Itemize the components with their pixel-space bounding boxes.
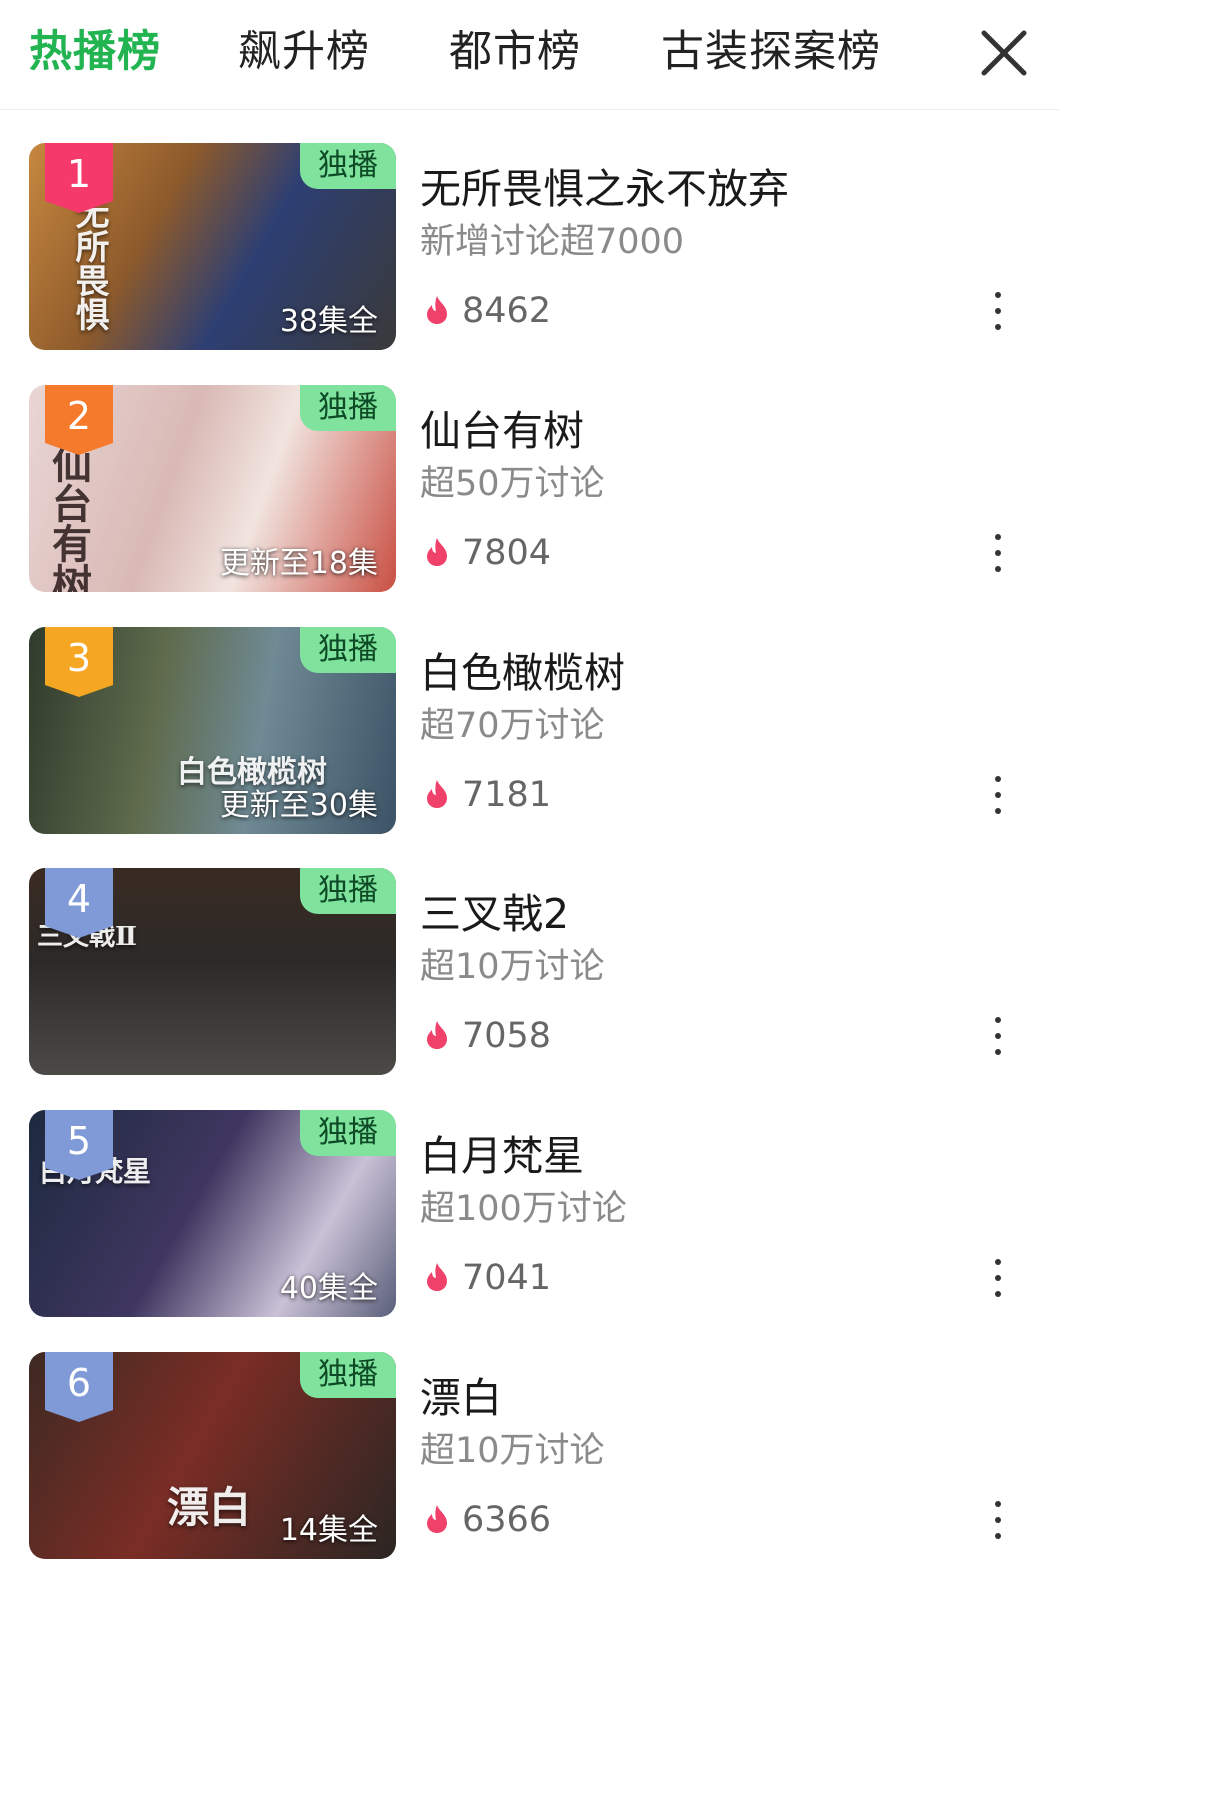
show-discussion-count: 超10万讨论 <box>420 1431 605 1471</box>
ranking-list-item[interactable]: 无所畏惧 1 独播 38集全 无所畏惧之永不放弃 新增讨论超7000 8462 <box>0 143 1059 385</box>
rank-badge: 4 <box>45 868 113 938</box>
show-poster[interactable]: 无所畏惧 1 独播 38集全 <box>29 143 396 350</box>
rank-badge: 5 <box>45 1110 113 1180</box>
more-dot-icon <box>995 1291 1001 1297</box>
rank-number: 4 <box>66 877 92 921</box>
ranking-list-item[interactable]: 漂白 6 独播 14集全 漂白 超10万讨论 6366 <box>0 1352 1059 1565</box>
flame-icon <box>427 780 447 808</box>
ranking-page: 热播榜 飙升榜 都市榜 古装探案榜 无所畏惧 1 独播 38集全 无所畏惧之永不… <box>0 0 1059 1565</box>
more-dot-icon <box>995 1517 1001 1523</box>
more-dot-icon <box>995 1501 1001 1507</box>
more-dot-icon <box>995 808 1001 814</box>
episode-status: 40集全 <box>279 1271 378 1306</box>
exclusive-badge: 独播 <box>300 385 396 431</box>
poster-title-art: 无所畏惧 <box>69 195 109 331</box>
rank-badge: 1 <box>45 143 113 213</box>
show-poster[interactable]: 三叉戟Ⅱ 4 独播 <box>29 868 396 1075</box>
show-discussion-count: 超10万讨论 <box>420 947 605 987</box>
close-button[interactable] <box>974 23 1034 83</box>
rank-badge: 2 <box>45 385 113 455</box>
show-title[interactable]: 三叉戟2 <box>420 888 569 940</box>
rank-number: 3 <box>66 636 92 680</box>
exclusive-badge: 独播 <box>300 1110 396 1156</box>
show-discussion-count: 新增讨论超7000 <box>420 222 685 262</box>
more-dot-icon <box>995 1275 1001 1281</box>
heat-score: 7181 <box>462 775 552 815</box>
heat-score: 7058 <box>462 1016 552 1056</box>
more-dot-icon <box>995 292 1001 298</box>
rank-number: 6 <box>66 1361 92 1405</box>
heat-score: 8462 <box>462 291 552 331</box>
more-options-button[interactable] <box>984 773 1012 817</box>
ranking-tab-bar: 热播榜 飙升榜 都市榜 古装探案榜 <box>0 0 1059 110</box>
more-dot-icon <box>995 534 1001 540</box>
tab-urban[interactable]: 都市榜 <box>449 22 581 82</box>
exclusive-badge: 独播 <box>300 143 396 189</box>
episode-status: 更新至30集 <box>219 788 378 823</box>
rank-number: 5 <box>66 1119 92 1163</box>
more-options-button[interactable] <box>984 289 1012 333</box>
more-options-button[interactable] <box>984 1498 1012 1542</box>
ranking-list-item[interactable]: 三叉戟Ⅱ 4 独播 三叉戟2 超10万讨论 7058 <box>0 868 1059 1110</box>
tab-costume-detective[interactable]: 古装探案榜 <box>661 22 881 82</box>
more-dot-icon <box>995 324 1001 330</box>
ranking-list-item[interactable]: 白月梵星 5 独播 40集全 白月梵星 超100万讨论 7041 <box>0 1110 1059 1352</box>
more-dot-icon <box>995 776 1001 782</box>
poster-title-art: 白色橄榄树 <box>177 755 327 790</box>
more-dot-icon <box>995 566 1001 572</box>
more-dot-icon <box>995 1049 1001 1055</box>
episode-status: 更新至18集 <box>219 546 378 581</box>
rank-badge: 6 <box>45 1352 113 1422</box>
show-title[interactable]: 白月梵星 <box>420 1130 584 1182</box>
episode-status: 38集全 <box>279 304 378 339</box>
rank-badge: 3 <box>45 627 113 697</box>
more-options-button[interactable] <box>984 1014 1012 1058</box>
heat-score: 7041 <box>462 1258 552 1298</box>
flame-icon <box>427 1505 447 1533</box>
more-dot-icon <box>995 308 1001 314</box>
show-title[interactable]: 漂白 <box>420 1372 502 1424</box>
heat-score: 6366 <box>462 1500 552 1540</box>
heat-score: 7804 <box>462 533 552 573</box>
exclusive-badge: 独播 <box>300 1352 396 1398</box>
tab-hot[interactable]: 热播榜 <box>29 22 161 82</box>
rank-number: 2 <box>66 394 92 438</box>
poster-title-art: 仙台有树 <box>45 443 92 592</box>
close-icon <box>981 30 1027 76</box>
poster-title-art: 漂白 <box>167 1483 252 1532</box>
more-options-button[interactable] <box>984 531 1012 575</box>
flame-icon <box>427 538 447 566</box>
episode-status: 14集全 <box>279 1513 378 1548</box>
ranking-list-item[interactable]: 仙台有树 2 独播 更新至18集 仙台有树 超50万讨论 7804 <box>0 385 1059 627</box>
more-dot-icon <box>995 1533 1001 1539</box>
more-dot-icon <box>995 550 1001 556</box>
exclusive-badge: 独播 <box>300 868 396 914</box>
rank-number: 1 <box>66 152 92 196</box>
show-title[interactable]: 无所畏惧之永不放弃 <box>420 163 789 215</box>
show-poster[interactable]: 仙台有树 2 独播 更新至18集 <box>29 385 396 592</box>
show-discussion-count: 超100万讨论 <box>420 1189 627 1229</box>
show-title[interactable]: 白色橄榄树 <box>420 647 625 699</box>
more-dot-icon <box>995 1033 1001 1039</box>
more-dot-icon <box>995 1017 1001 1023</box>
tab-rising[interactable]: 飙升榜 <box>238 22 370 82</box>
flame-icon <box>427 1021 447 1049</box>
show-title[interactable]: 仙台有树 <box>420 405 584 457</box>
more-dot-icon <box>995 792 1001 798</box>
show-discussion-count: 超50万讨论 <box>420 464 605 504</box>
flame-icon <box>427 1263 447 1291</box>
show-discussion-count: 超70万讨论 <box>420 706 605 746</box>
flame-icon <box>427 296 447 324</box>
more-options-button[interactable] <box>984 1256 1012 1300</box>
show-poster[interactable]: 白月梵星 5 独播 40集全 <box>29 1110 396 1317</box>
exclusive-badge: 独播 <box>300 627 396 673</box>
ranking-list-item[interactable]: 白色橄榄树 3 独播 更新至30集 白色橄榄树 超70万讨论 7181 <box>0 627 1059 869</box>
show-poster[interactable]: 白色橄榄树 3 独播 更新至30集 <box>29 627 396 834</box>
more-dot-icon <box>995 1259 1001 1265</box>
show-poster[interactable]: 漂白 6 独播 14集全 <box>29 1352 396 1559</box>
